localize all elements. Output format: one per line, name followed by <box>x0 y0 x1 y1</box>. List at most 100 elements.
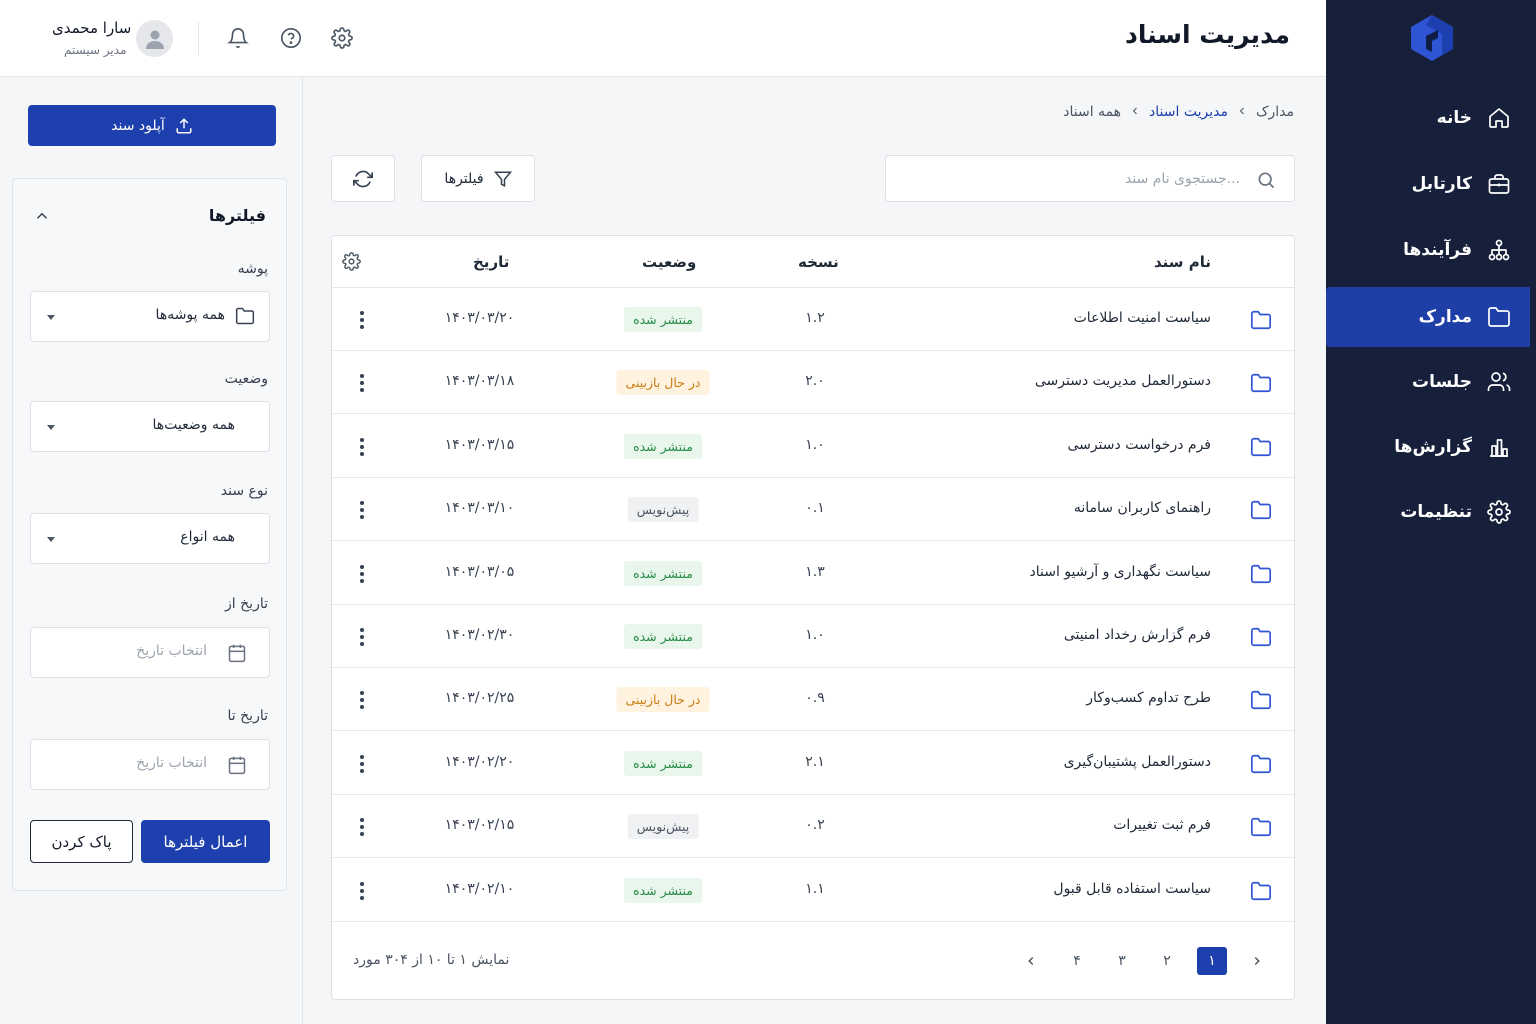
apply-filters-button[interactable]: اعمال فیلترها <box>141 820 270 863</box>
status-badge: پیش‌نویس <box>627 814 699 840</box>
folder-icon <box>235 306 255 326</box>
bell-icon[interactable] <box>226 26 250 50</box>
document-version: ۱.۰ <box>805 436 825 453</box>
more-vertical-icon[interactable] <box>352 879 372 903</box>
sidebar-item-4[interactable]: جلسات <box>1326 352 1530 412</box>
pagination-page[interactable]: ۳ <box>1107 947 1137 975</box>
document-name[interactable]: دستورالعمل مدیریت دسترسی <box>1035 373 1211 389</box>
table-row[interactable]: فرم ثبت تغییرات ۰.۲ پیش‌نویس ۱۴۰۳/۰۲/۱۵ <box>332 795 1294 859</box>
status-badge: منتشر شده <box>624 433 702 459</box>
pagination-page[interactable]: ۱ <box>1197 947 1227 975</box>
doc-type-select-value: همه انواع <box>180 529 235 545</box>
document-name[interactable]: دستورالعمل پشتیبان‌گیری <box>1064 754 1211 770</box>
home-icon <box>1486 105 1512 131</box>
sidebar-item-0[interactable]: خانه <box>1326 88 1530 148</box>
table-row[interactable]: فرم گزارش رخداد امنیتی ۱.۰ منتشر شده ۱۴۰۳/۰… <box>332 605 1294 668</box>
sidebar-item-5[interactable]: گزارش‌ها <box>1326 417 1530 477</box>
date-from-placeholder: انتخاب تاریخ <box>136 643 207 659</box>
column-header-name[interactable]: نام سند <box>1154 253 1211 271</box>
document-version: ۰.۲ <box>805 817 825 834</box>
sidebar-item-3[interactable]: مدارک <box>1326 287 1530 347</box>
top-header: مدیریت اسناد سارا محمدی مدیر سیستم <box>0 0 1326 77</box>
table-row[interactable]: فرم درخواست دسترسی ۱.۰ منتشر شده ۱۴۰۳/۰۳/۱۵ <box>332 415 1294 478</box>
document-name[interactable]: سیاست نگهداری و آرشیو اسناد <box>1030 564 1211 580</box>
table-row[interactable]: سیاست استفاده قابل قبول ۱.۱ منتشر شده ۱۴۰۳/… <box>332 859 1294 922</box>
more-vertical-icon[interactable] <box>352 562 372 586</box>
column-header-status[interactable]: وضعیت <box>642 253 696 271</box>
pagination-page[interactable]: ۲ <box>1152 947 1182 975</box>
column-header-version[interactable]: نسخه <box>798 253 839 271</box>
gear-icon[interactable] <box>330 26 354 50</box>
filters-button[interactable]: فیلترها <box>421 155 535 202</box>
user-avatar-icon[interactable] <box>136 20 173 57</box>
document-date: ۱۴۰۳/۰۳/۲۰ <box>444 310 515 326</box>
search-input[interactable]: جستجوی نام سند... <box>885 155 1295 202</box>
more-vertical-icon[interactable] <box>352 371 372 395</box>
folder-icon <box>1250 880 1272 902</box>
pagination-page[interactable]: ۴ <box>1062 947 1092 975</box>
more-vertical-icon[interactable] <box>352 498 372 522</box>
document-name[interactable]: فرم درخواست دسترسی <box>1067 437 1211 453</box>
refresh-button[interactable] <box>331 155 395 202</box>
more-vertical-icon[interactable] <box>352 688 372 712</box>
status-select[interactable]: همه وضعیت‌ها <box>30 401 270 452</box>
folder-icon <box>1250 436 1272 458</box>
document-date: ۱۴۰۳/۰۳/۱۰ <box>444 500 515 517</box>
sidebar-item-label: کارتابل <box>1411 174 1472 194</box>
folder-icon <box>1486 304 1512 330</box>
pagination-prev[interactable] <box>1016 947 1046 975</box>
page-title: مدیریت اسناد <box>1125 20 1290 49</box>
table-row[interactable]: راهنمای کاربران سامانه ۰.۱ پیش‌نویس ۱۴۰۳/۰۳… <box>332 478 1294 542</box>
column-header-date[interactable]: تاریخ <box>473 253 509 271</box>
document-version: ۲.۰ <box>805 373 825 390</box>
sidebar-item-label: گزارش‌ها <box>1394 437 1472 457</box>
folder-select[interactable]: همه پوشه‌ها <box>30 291 270 342</box>
more-vertical-icon[interactable] <box>352 815 372 839</box>
user-role: مدیر سیستم <box>64 43 127 57</box>
document-date: ۱۴۰۳/۰۲/۱۵ <box>444 817 515 834</box>
sidebar-item-label: تنظیمات <box>1400 502 1472 522</box>
document-name[interactable]: راهنمای کاربران سامانه <box>1074 500 1211 516</box>
table-row[interactable]: سیاست امنیت اطلاعات ۱.۲ منتشر شده ۱۴۰۳/۰۳/۲… <box>332 288 1294 351</box>
upload-document-button[interactable]: آپلود سند <box>28 105 276 146</box>
document-name[interactable]: فرم ثبت تغییرات <box>1113 817 1211 833</box>
clear-filters-button[interactable]: پاک کردن <box>30 820 133 863</box>
table-row[interactable]: سیاست نگهداری و آرشیو اسناد ۱.۳ منتشر شده ۱… <box>332 542 1294 605</box>
upload-icon <box>175 117 193 135</box>
document-version: ۱.۲ <box>805 310 825 326</box>
pagination-next[interactable] <box>1242 947 1272 975</box>
sidebar-item-1[interactable]: کارتابل <box>1326 154 1530 214</box>
more-vertical-icon[interactable] <box>352 625 372 649</box>
document-name[interactable]: فرم گزارش رخداد امنیتی <box>1064 627 1211 643</box>
doc-type-select[interactable]: همه انواع <box>30 513 270 564</box>
doc-type-filter-label: نوع سند <box>220 483 268 499</box>
table-row[interactable]: دستورالعمل پشتیبان‌گیری ۲.۱ منتشر شده ۱۴۰۳/… <box>332 732 1294 795</box>
sidebar-item-label: جلسات <box>1412 372 1472 392</box>
sidebar-item-label: مدارک <box>1418 307 1472 327</box>
more-vertical-icon[interactable] <box>352 435 372 459</box>
more-vertical-icon[interactable] <box>352 308 372 332</box>
folder-icon <box>1250 309 1272 331</box>
app-logo[interactable] <box>1408 14 1456 62</box>
filters-title: فیلترها <box>208 206 266 225</box>
breadcrumb-item-doc-management[interactable]: مدیریت اسناد <box>1149 104 1228 120</box>
gear-icon[interactable] <box>342 252 362 272</box>
briefcase-icon <box>1486 171 1512 197</box>
question-circle-icon[interactable] <box>279 26 303 50</box>
sidebar-item-6[interactable]: تنظیمات <box>1326 482 1530 542</box>
sidebar-item-2[interactable]: فرآیندها <box>1326 220 1530 280</box>
chevron-up-icon[interactable] <box>33 207 51 225</box>
document-name[interactable]: طرح تداوم کسب‌وکار <box>1086 690 1211 706</box>
document-version: ۱.۰ <box>805 627 825 643</box>
more-vertical-icon[interactable] <box>352 752 372 776</box>
table-row[interactable]: طرح تداوم کسب‌وکار ۰.۹ در حال بازبینی ۱۴۰۳/… <box>332 668 1294 732</box>
date-to-input[interactable]: انتخاب تاریخ <box>30 739 270 790</box>
breadcrumb-item-documents[interactable]: مدارک <box>1256 104 1294 120</box>
table-row[interactable]: دستورالعمل مدیریت دسترسی ۲.۰ در حال بازبین… <box>332 351 1294 415</box>
breadcrumb: مدارک مدیریت اسناد همه اسناد <box>1063 104 1294 120</box>
document-name[interactable]: سیاست استفاده قابل قبول <box>1053 881 1211 897</box>
document-name[interactable]: سیاست امنیت اطلاعات <box>1074 310 1211 326</box>
sidebar-item-label: خانه <box>1436 108 1472 128</box>
date-to-label: تاریخ تا <box>227 708 268 724</box>
date-from-input[interactable]: انتخاب تاریخ <box>30 627 270 678</box>
